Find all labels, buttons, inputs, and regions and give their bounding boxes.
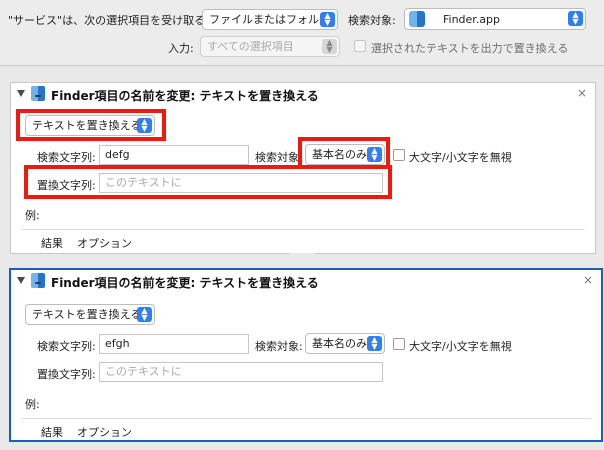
input-type-popup[interactable]: ファイルまたはフォルダ ▲ ▼: [202, 9, 338, 30]
panel-header: Finder項目の名前を変更: テキストを置き換える ×: [11, 270, 601, 292]
finder-icon: [31, 273, 45, 288]
search-in-value: 基本名のみ: [312, 337, 367, 350]
search-target-label: 検索対象:: [348, 14, 396, 27]
close-icon[interactable]: ×: [577, 86, 587, 100]
finder-app-icon: [409, 11, 425, 27]
flow-connector: [289, 66, 315, 78]
tab-results[interactable]: 結果: [41, 235, 63, 251]
find-field[interactable]: efgh: [99, 334, 249, 354]
service-receives-label: "サービス"は、次の選択項目を受け取る:: [8, 14, 209, 27]
action-panel-1: Finder項目の名前を変更: テキストを置き換える × テキストを置き換える …: [10, 82, 596, 254]
chevron-updown-icon: ▲ ▼: [320, 12, 335, 27]
panel-title: Finder項目の名前を変更: テキストを置き換える: [51, 276, 319, 290]
replace-output-label: 選択されたテキストを出力で置き換える: [371, 42, 569, 55]
replace-output-checkbox[interactable]: [354, 40, 366, 52]
input-type-value: ファイルまたはフォルダ: [209, 13, 330, 26]
chevron-updown-icon: ▲ ▼: [568, 11, 583, 26]
mode-value: テキストを置き換える: [32, 119, 142, 132]
tab-options[interactable]: オプション: [77, 424, 132, 440]
ignore-case-label: 大文字/小文字を無視: [409, 151, 512, 164]
chevron-updown-icon: ▲ ▼: [137, 307, 152, 322]
find-value: defg: [105, 148, 130, 161]
chevron-updown-icon: ▲ ▼: [137, 118, 152, 133]
find-label: 検索文字列:: [37, 151, 96, 164]
disclosure-triangle-icon[interactable]: [17, 277, 25, 284]
disclosure-triangle-icon[interactable]: [17, 90, 25, 97]
input-scope-popup[interactable]: すべての選択項目 ▲ ▼: [200, 36, 340, 57]
mode-value: テキストを置き換える: [32, 308, 142, 321]
flow-connector: [289, 253, 315, 265]
replace-field[interactable]: このテキストに: [99, 173, 383, 193]
ignore-case-checkbox[interactable]: [393, 149, 405, 161]
panel-title: Finder項目の名前を変更: テキストを置き換える: [51, 89, 319, 103]
example-label: 例:: [25, 398, 40, 411]
finder-icon: [31, 86, 45, 101]
replace-label: 置換文字列:: [37, 179, 96, 192]
search-in-label: 検索対象:: [255, 340, 303, 353]
mode-popup[interactable]: テキストを置き換える ▲ ▼: [25, 304, 155, 325]
search-in-popup[interactable]: 基本名のみ ▲ ▼: [305, 333, 385, 354]
find-field[interactable]: defg: [99, 145, 249, 165]
service-config-bar: "サービス"は、次の選択項目を受け取る: ファイルまたはフォルダ ▲ ▼ 検索対象…: [0, 0, 604, 66]
tab-results[interactable]: 結果: [41, 424, 63, 440]
chevron-updown-icon: ▲ ▼: [367, 147, 382, 162]
find-value: efgh: [105, 337, 130, 350]
tab-options[interactable]: オプション: [77, 235, 132, 251]
input-scope-value: すべての選択項目: [207, 40, 294, 53]
replace-label: 置換文字列:: [37, 368, 96, 381]
app-popup[interactable]: Finder.app ▲ ▼: [404, 8, 586, 30]
panel-header: Finder項目の名前を変更: テキストを置き換える ×: [11, 83, 595, 105]
input-label: 入力:: [168, 42, 194, 55]
example-label: 例:: [25, 209, 40, 222]
search-in-label: 検索対象:: [255, 151, 303, 164]
ignore-case-label: 大文字/小文字を無視: [409, 340, 512, 353]
chevron-updown-icon: ▲ ▼: [322, 39, 337, 54]
find-label: 検索文字列:: [37, 340, 96, 353]
mode-popup[interactable]: テキストを置き換える ▲ ▼: [25, 115, 155, 136]
search-in-popup[interactable]: 基本名のみ ▲ ▼: [305, 144, 385, 165]
app-value: Finder.app: [443, 13, 501, 26]
divider: [21, 418, 591, 419]
replace-field[interactable]: このテキストに: [99, 362, 383, 382]
replace-placeholder: このテキストに: [105, 176, 182, 189]
ignore-case-checkbox[interactable]: [393, 338, 405, 350]
action-panel-2: Finder項目の名前を変更: テキストを置き換える × テキストを置き換える …: [9, 268, 603, 442]
divider: [21, 229, 585, 230]
replace-placeholder: このテキストに: [105, 365, 182, 378]
chevron-updown-icon: ▲ ▼: [367, 336, 382, 351]
close-icon[interactable]: ×: [583, 273, 593, 287]
search-in-value: 基本名のみ: [312, 148, 367, 161]
